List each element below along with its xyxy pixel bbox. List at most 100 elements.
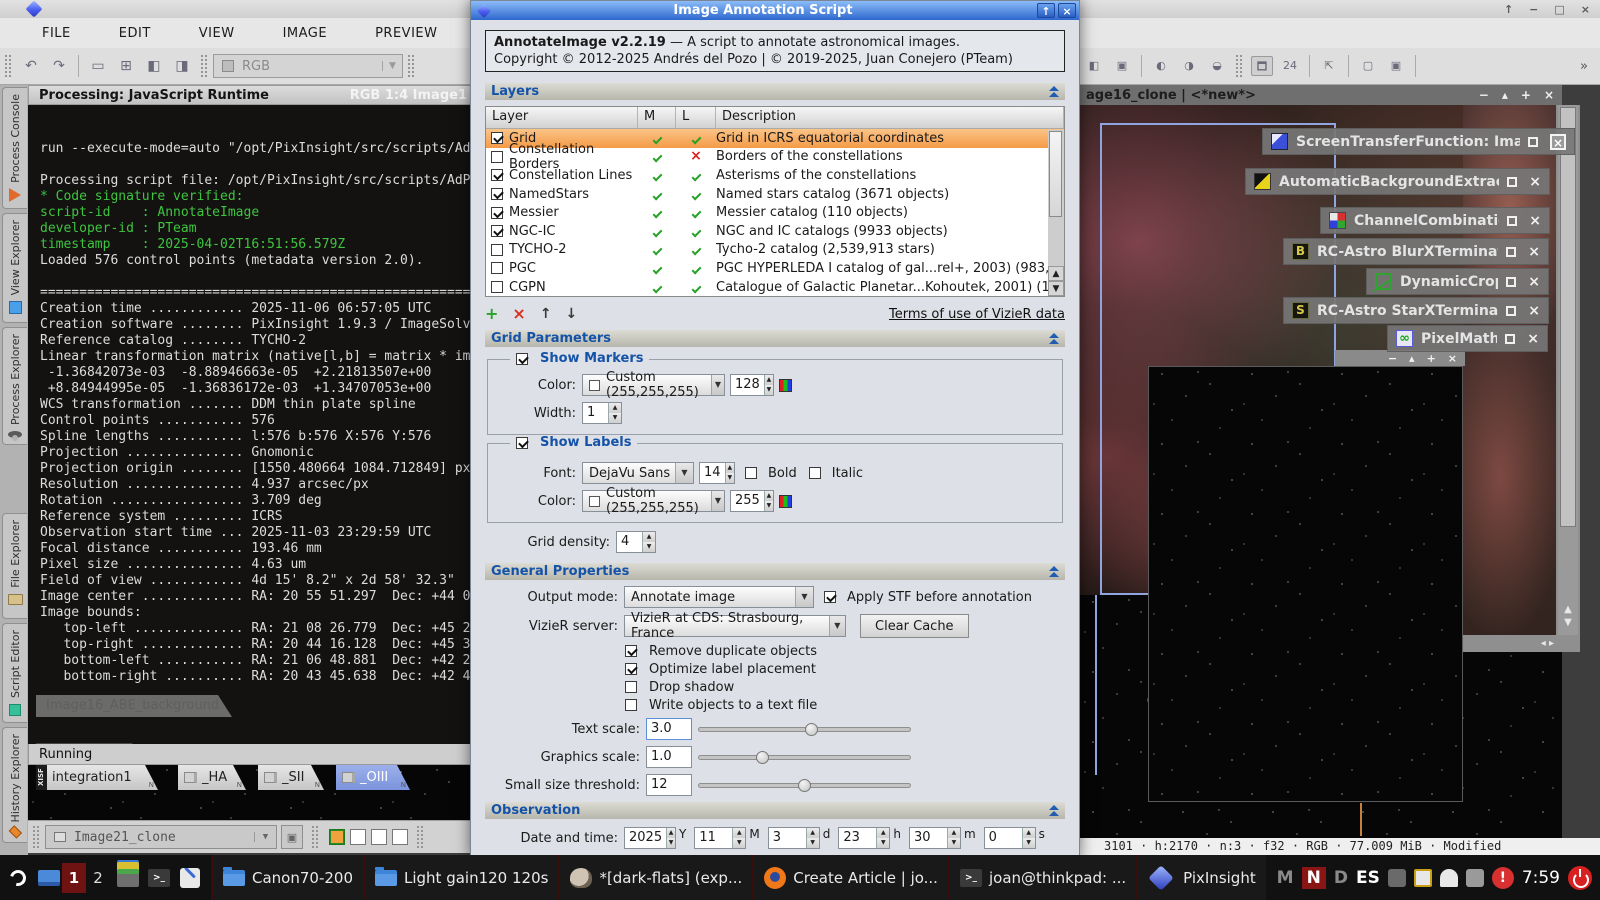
show-markers-checkbox[interactable] [516, 353, 528, 365]
toolbar-overflow-icon[interactable]: » [1580, 59, 1588, 74]
rename-view-icon[interactable]: ▭ [87, 56, 109, 76]
dialog-shade-button[interactable]: ↑ [1037, 3, 1055, 18]
workspace-swatch[interactable] [350, 829, 366, 845]
stf-window-titlebar[interactable]: ScreenTransferFunction: Image21 × [1262, 128, 1575, 155]
close-view-icon[interactable]: ▣ [1111, 56, 1133, 76]
workspace-swatch[interactable] [371, 829, 387, 845]
image-tab-ha[interactable]: _HAN [178, 765, 246, 790]
mask-icon[interactable]: ◧ [143, 56, 165, 76]
stf-auto-icon[interactable]: ◐ [1150, 56, 1172, 76]
collapse-icon[interactable] [1049, 333, 1059, 344]
chevron-down-icon[interactable]: ▼ [795, 587, 813, 607]
process-close-button[interactable]: × [1528, 275, 1540, 289]
layer-checkbox[interactable] [491, 207, 503, 219]
drop-shadow-checkbox[interactable] [625, 681, 637, 693]
workspace-1[interactable]: 1 [62, 863, 86, 893]
marker-color-combo[interactable]: Custom (255,255,255) ▼ [582, 374, 725, 396]
dialog-titlebar[interactable]: Image Annotation Script ↑ × [471, 1, 1079, 20]
sidebar-tab-history-explorer[interactable]: History Explorer [2, 727, 27, 843]
color-picker-icon[interactable] [779, 379, 792, 392]
move-layer-down-button[interactable]: ↓ [566, 304, 578, 324]
date-m-spin[interactable]: 30▲▼ [909, 827, 961, 849]
vizier-terms-link[interactable]: Terms of use of VizieR data [889, 307, 1065, 322]
sidebar-tab-script-editor[interactable]: Script Editor [2, 623, 27, 723]
column-header-m[interactable]: M [638, 107, 676, 128]
view-selector-combo[interactable]: Image21_clone ▼ [45, 825, 277, 849]
apply-stf-checkbox[interactable] [824, 591, 836, 603]
layer-checkbox[interactable] [491, 132, 503, 144]
sidebar-tab-view-explorer[interactable]: View Explorer [2, 213, 27, 323]
volume-icon[interactable] [1466, 869, 1484, 887]
file-manager-icon[interactable] [115, 865, 141, 891]
fit-view-icon[interactable]: ⇱ [1318, 56, 1340, 76]
spin-up[interactable]: ▲ [609, 403, 621, 413]
menu-preview[interactable]: PREVIEW [351, 26, 461, 41]
image21-window-controls[interactable]: −▴+× [1335, 350, 1465, 366]
close-icon[interactable]: × [1581, 3, 1590, 16]
section-general-properties[interactable]: General Properties [485, 563, 1065, 580]
layer-checkbox[interactable] [491, 188, 503, 200]
scroll-down-button[interactable]: ▼ [1048, 281, 1064, 296]
toolbar-grip[interactable] [4, 54, 13, 78]
image-tab-integration1[interactable]: XISFintegration1N [36, 765, 158, 790]
channel-selector-combo[interactable]: RGB▼ [213, 54, 403, 78]
scrollbar-arrows[interactable]: ▲▼ [1558, 603, 1578, 629]
stf-reset-icon[interactable]: ◑ [1178, 56, 1200, 76]
process-window-automaticbackgroundextractor[interactable]: AutomaticBackgroundExtractor× [1245, 168, 1550, 195]
spin-down[interactable]: ▼ [643, 542, 655, 552]
spin-up[interactable]: ▲ [667, 828, 675, 838]
dialog-close-button[interactable]: × [1058, 3, 1076, 18]
spin-down[interactable]: ▼ [609, 413, 621, 423]
menu-view[interactable]: VIEW [175, 26, 259, 41]
image16-window-buttons[interactable]: −▴+× [1479, 88, 1554, 102]
sidebar-tab-file-explorer[interactable]: File Explorer [2, 513, 27, 619]
date-M-spin[interactable]: 11▲▼ [694, 827, 746, 849]
italic-checkbox[interactable] [809, 467, 821, 479]
layers-table-header[interactable]: LayerMLDescription [486, 107, 1064, 129]
shade-window-icon[interactable]: ↑ [1504, 3, 1513, 16]
color-picker-icon[interactable] [779, 495, 792, 508]
menu-file[interactable]: FILE [18, 26, 95, 41]
spin-up[interactable]: ▲ [877, 828, 889, 838]
date-Y-spin[interactable]: 2025▲▼ [624, 827, 676, 849]
layer-checkbox[interactable] [491, 244, 503, 256]
spin-down[interactable]: ▼ [733, 838, 745, 848]
spin-down[interactable]: ▼ [1023, 838, 1035, 848]
chevron-down-icon[interactable]: ▼ [711, 375, 724, 395]
table-row[interactable]: PGCPGC HYPERLEDA I catalog of gal...rel+… [486, 259, 1064, 278]
marker-alpha-spin[interactable]: 128 ▲▼ [730, 374, 774, 396]
zoom-icon[interactable]: + [1521, 88, 1531, 102]
collapse-icon[interactable] [1049, 805, 1059, 816]
chevron-down-icon[interactable]: ▼ [829, 616, 845, 636]
small-size-field[interactable]: 12 [646, 774, 692, 796]
process-restore-button[interactable] [1507, 216, 1517, 226]
spin-down[interactable]: ▼ [948, 838, 960, 848]
image-annotation-dialog[interactable]: Image Annotation Script ↑ × AnnotateImag… [470, 0, 1080, 858]
spin-up[interactable]: ▲ [948, 828, 960, 838]
spin-up[interactable]: ▲ [733, 828, 745, 838]
layer-checkbox[interactable] [491, 169, 503, 181]
tray-icon[interactable] [1388, 869, 1406, 887]
layer-checkbox[interactable] [491, 281, 503, 293]
show-labels-checkbox[interactable] [516, 437, 528, 449]
show-desktop-icon[interactable] [36, 865, 62, 891]
image-tab-sii[interactable]: _SIIN [258, 765, 324, 790]
toolbar-grip[interactable] [416, 825, 425, 849]
split-icon[interactable]: ◧ [1083, 56, 1105, 76]
table-row[interactable]: Constellation Borders×Borders of the con… [486, 148, 1064, 167]
spin-up[interactable]: ▲ [1023, 828, 1035, 838]
chevron-down-icon[interactable]: ▼ [675, 463, 693, 483]
minimize-icon[interactable]: − [1529, 3, 1538, 16]
layers-table[interactable]: LayerMLDescription GridGrid in ICRS equa… [485, 106, 1065, 297]
spin-down[interactable]: ▼ [667, 838, 675, 848]
table-row[interactable]: Constellation LinesAsterisms of the cons… [486, 166, 1064, 185]
taskbar-app--dark-flats-exp-[interactable]: *[dark-flats] (exp... [558, 855, 752, 900]
close-icon[interactable]: × [1544, 88, 1554, 102]
process-window-rc-astro-blurxterminator[interactable]: BRC-Astro BlurXTerminator× [1283, 238, 1549, 265]
workspace-swatch[interactable] [392, 829, 408, 845]
scrollbar-thumb[interactable] [1049, 131, 1062, 217]
process-close-button[interactable]: × [1529, 214, 1541, 228]
scroll-up-button[interactable]: ▲ [1048, 266, 1064, 281]
toolbar-grip[interactable] [407, 54, 416, 78]
table-row[interactable]: MessierMessier catalog (110 objects) [486, 203, 1064, 222]
